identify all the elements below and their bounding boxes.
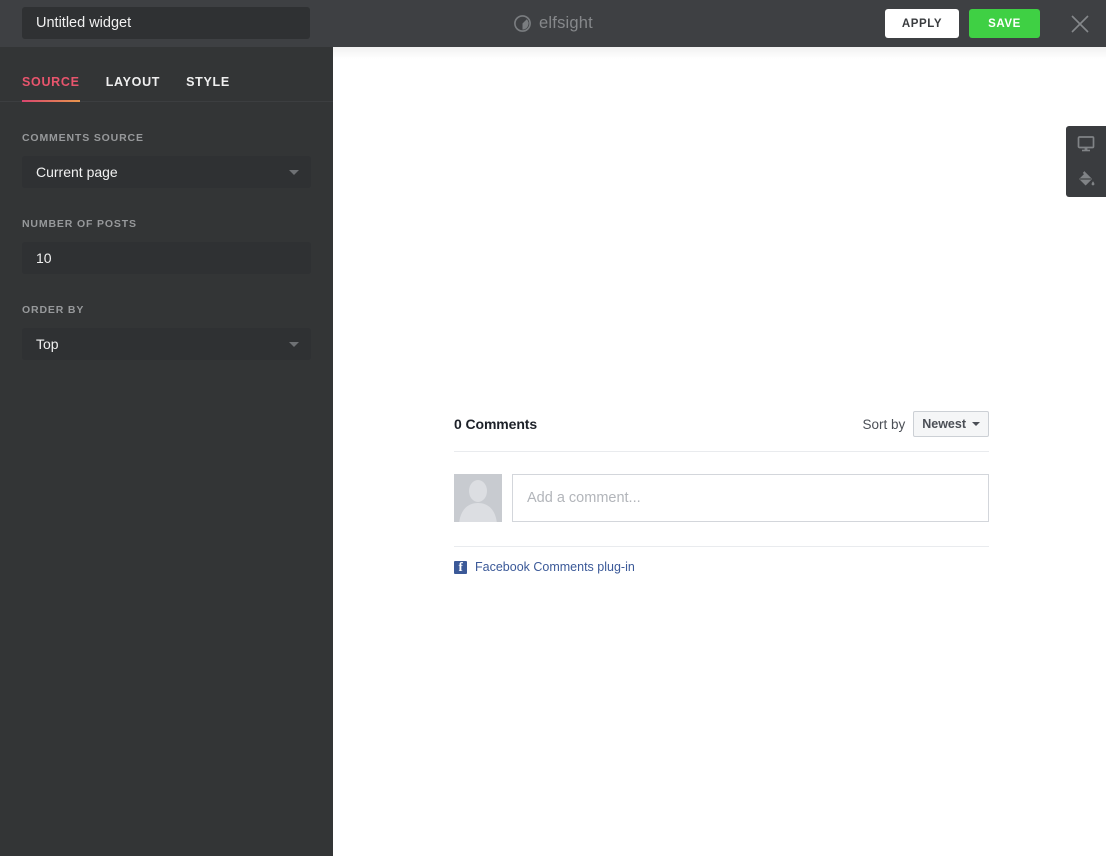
elfsight-logo-icon: [514, 15, 531, 32]
comments-source-label: COMMENTS SOURCE: [22, 132, 144, 144]
sort-by-select[interactable]: Newest: [913, 411, 989, 437]
preview-top-shadow: [333, 47, 1106, 59]
chevron-down-icon: [289, 170, 299, 175]
widget-editor: elfsight APPLY SAVE SOURCE LAYOUT STYLE …: [0, 0, 1106, 856]
facebook-plugin-footer: Facebook Comments plug-in: [454, 547, 989, 574]
close-button[interactable]: [1054, 0, 1106, 47]
order-by-select[interactable]: Top: [22, 328, 311, 360]
sort-control: Sort by Newest: [862, 411, 989, 437]
save-button[interactable]: SAVE: [969, 9, 1040, 38]
widget-preview: 0 Comments Sort by Newest Add a comment.…: [333, 47, 1106, 856]
apply-button[interactable]: APPLY: [885, 9, 959, 38]
paint-bucket-icon: [1079, 170, 1095, 185]
tab-style[interactable]: STYLE: [186, 47, 230, 102]
top-bar-actions: APPLY SAVE: [885, 0, 1106, 47]
settings-sidebar: SOURCE LAYOUT STYLE COMMENTS SOURCE Curr…: [0, 47, 333, 856]
settings-fields: COMMENTS SOURCE Current page NUMBER OF P…: [0, 102, 333, 360]
widget-title-input[interactable]: [22, 7, 310, 39]
add-comment-input[interactable]: Add a comment...: [512, 474, 989, 522]
add-comment-placeholder: Add a comment...: [527, 490, 641, 506]
chevron-down-icon: [972, 422, 980, 426]
sort-by-value: Newest: [922, 417, 966, 431]
comments-header: 0 Comments Sort by Newest: [454, 411, 989, 452]
avatar: [454, 474, 502, 522]
comments-source-value: Current page: [36, 164, 118, 180]
comments-count: 0 Comments: [454, 416, 538, 432]
monitor-icon: [1077, 135, 1095, 151]
tab-source[interactable]: SOURCE: [22, 47, 80, 102]
background-fill-button[interactable]: [1066, 161, 1106, 196]
close-icon: [1071, 14, 1089, 33]
order-by-value: Top: [36, 336, 59, 352]
field-comments-source: COMMENTS SOURCE Current page: [22, 102, 311, 188]
tab-layout[interactable]: LAYOUT: [106, 47, 160, 102]
chevron-down-icon: [289, 342, 299, 347]
field-order-by: ORDER BY Top: [22, 274, 311, 360]
facebook-comments-widget: 0 Comments Sort by Newest Add a comment.…: [454, 411, 989, 574]
facebook-icon: [454, 559, 467, 574]
comments-source-select[interactable]: Current page: [22, 156, 311, 188]
field-number-of-posts: NUMBER OF POSTS: [22, 188, 311, 274]
preview-tool-panel: [1066, 126, 1106, 197]
order-by-label: ORDER BY: [22, 304, 85, 316]
number-of-posts-input[interactable]: [22, 242, 311, 274]
top-bar: elfsight APPLY SAVE: [0, 0, 1106, 47]
user-silhouette-icon: [454, 474, 502, 522]
settings-tabs: SOURCE LAYOUT STYLE: [0, 47, 333, 102]
device-preview-button[interactable]: [1066, 126, 1106, 161]
comment-composer: Add a comment...: [454, 452, 989, 547]
sort-by-label: Sort by: [862, 416, 906, 432]
number-of-posts-label: NUMBER OF POSTS: [22, 218, 137, 230]
facebook-plugin-link[interactable]: Facebook Comments plug-in: [475, 560, 635, 574]
brand-name: elfsight: [539, 14, 593, 32]
